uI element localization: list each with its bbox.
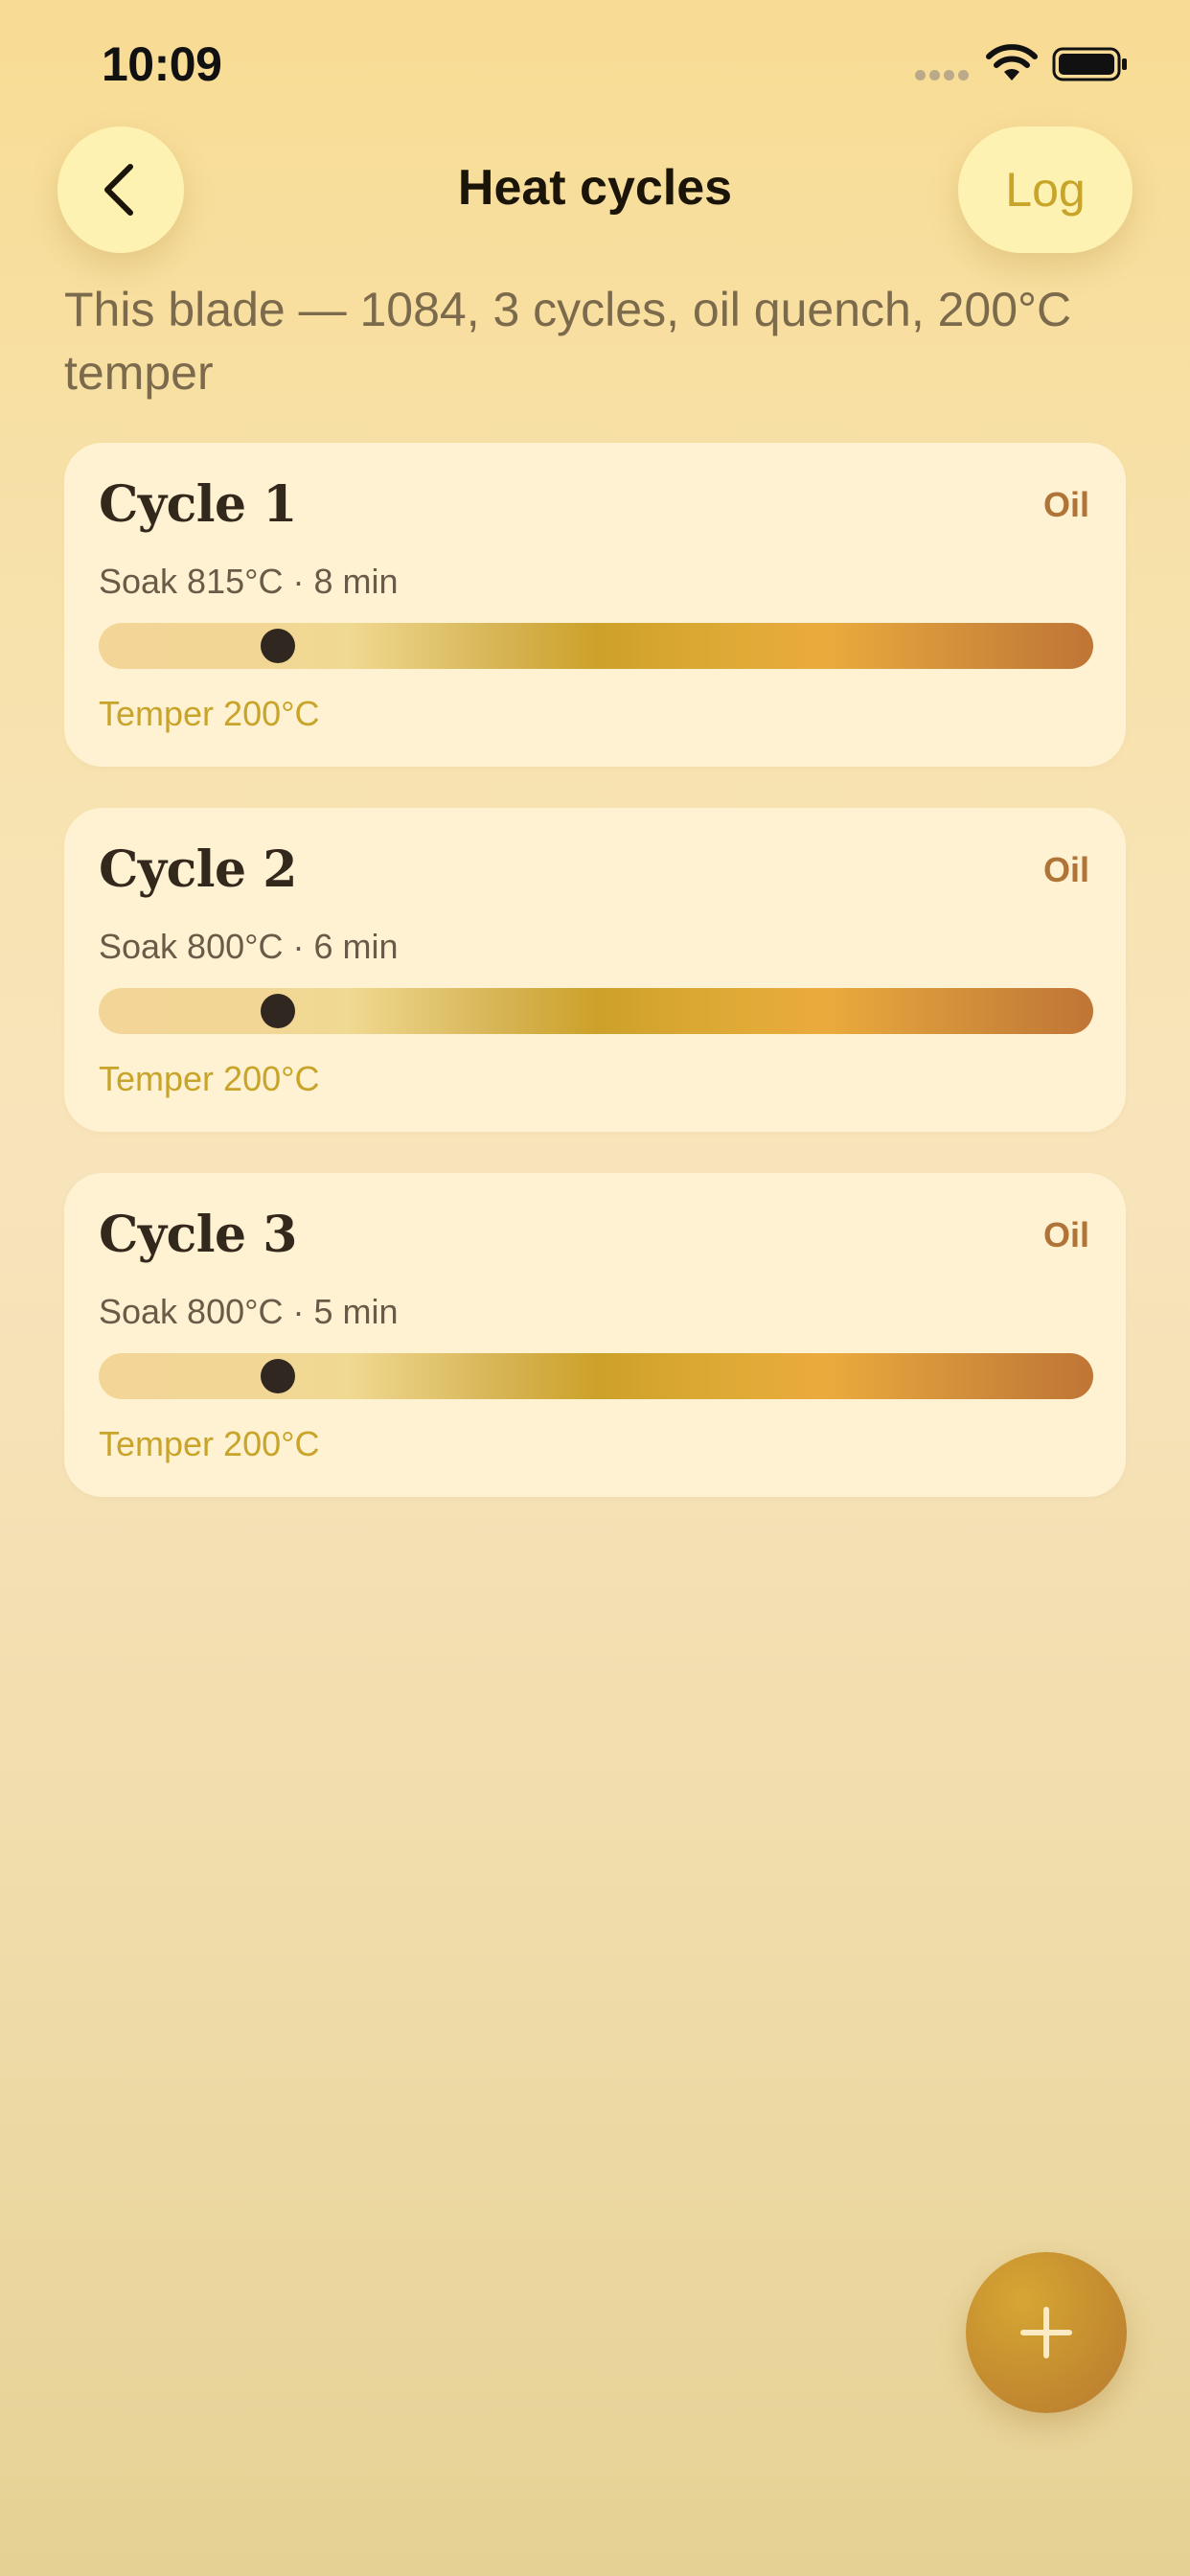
heat-gradient-bar [99,988,1093,1034]
cycle-name: Cycle 1 [99,475,297,534]
plus-icon [1020,2307,1072,2358]
blade-summary: This blade — 1084, 3 cycles, oil quench,… [64,283,1072,400]
cycle-list: Cycle 1 Oil Soak 815°C · 8 min Temper 20… [64,443,1126,1538]
add-cycle-button[interactable] [966,2252,1127,2413]
temper-text: Temper 200°C [99,1424,320,1463]
heat-marker[interactable] [260,629,295,663]
quench-badge: Oil [1042,1215,1089,1254]
heat-gradient-bar [99,1353,1093,1399]
wifi-icon [986,44,1038,80]
soak-text: Soak 800°C · 6 min [99,927,399,966]
battery-icon [1052,47,1127,81]
soak-text: Soak 800°C · 5 min [99,1292,399,1331]
heat-marker[interactable] [260,994,295,1028]
soak-text: Soak 815°C · 8 min [99,562,399,601]
heat-gradient-bar [99,623,1093,669]
cycle-card[interactable]: Cycle 3 Oil Soak 800°C · 5 min Temper 20… [64,1173,1126,1497]
log-button[interactable]: Log [958,126,1133,253]
heat-marker[interactable] [260,1359,295,1393]
status-time: 10:09 [102,37,222,91]
temper-text: Temper 200°C [99,1059,320,1098]
cycle-card[interactable]: Cycle 2 Oil Soak 800°C · 6 min Temper 20… [64,808,1126,1132]
temper-text: Temper 200°C [99,694,320,733]
cycle-name: Cycle 2 [99,840,297,899]
cycle-name: Cycle 3 [99,1206,297,1264]
cycle-card[interactable]: Cycle 1 Oil Soak 815°C · 8 min Temper 20… [64,443,1126,767]
status-bar: 10:09 [0,0,1190,125]
quench-badge: Oil [1042,485,1089,524]
quench-badge: Oil [1042,850,1089,889]
signal-dots-icon [915,70,971,81]
